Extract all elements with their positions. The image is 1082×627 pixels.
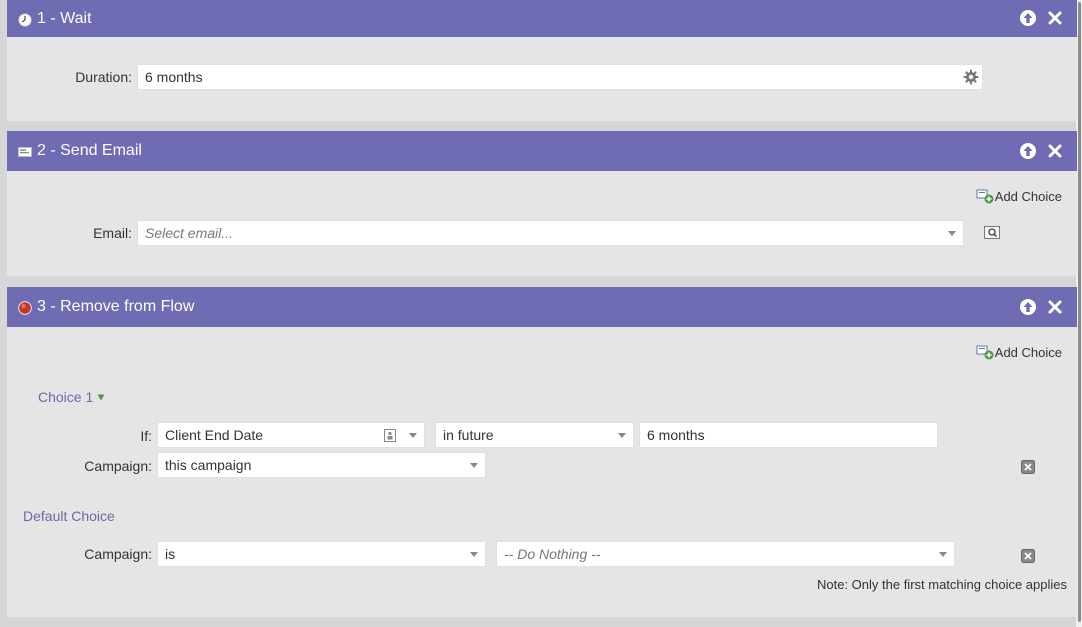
attribute-picker-icon[interactable] <box>384 429 396 442</box>
step-send-email: 2 - Send Email Add Choice Email: Select … <box>7 131 1077 276</box>
campaign-select[interactable]: this campaign <box>157 452 486 478</box>
step-header-remove-from-flow: 3 - Remove from Flow <box>7 287 1077 327</box>
if-operator-select[interactable]: in future <box>435 422 634 448</box>
delete-default-choice-icon[interactable] <box>1021 549 1035 563</box>
if-value-input[interactable]: 6 months <box>639 422 938 448</box>
duration-input[interactable]: 6 months <box>137 64 983 90</box>
step-title: 1 - Wait <box>37 9 92 27</box>
close-icon <box>1048 144 1061 157</box>
add-choice-icon <box>976 189 994 204</box>
delete-choice-icon[interactable] <box>1021 460 1035 474</box>
arrow-up-icon <box>1019 142 1036 159</box>
if-attribute-value: Client End Date <box>165 427 264 443</box>
close-icon <box>1048 11 1061 24</box>
email-select[interactable]: Select email... <box>137 220 964 246</box>
gear-icon[interactable] <box>963 69 979 85</box>
add-choice-button[interactable]: Add Choice <box>976 344 1062 360</box>
step-header-wait: 1 - Wait <box>7 0 1077 37</box>
if-value-text: 6 months <box>647 427 705 443</box>
if-attribute-select[interactable]: Client End Date <box>157 422 425 448</box>
close-step-button[interactable] <box>1046 298 1063 315</box>
close-step-button[interactable] <box>1046 9 1063 26</box>
add-choice-button[interactable]: Add Choice <box>976 188 1062 204</box>
choice-1-toggle[interactable]: Choice 1 <box>38 389 105 405</box>
arrow-up-icon <box>1019 298 1036 315</box>
chevron-down-icon <box>470 552 478 557</box>
chevron-down-icon <box>470 463 478 468</box>
step-wait: 1 - Wait Duration: 6 months <box>7 0 1077 121</box>
email-label: Email: <box>93 225 132 241</box>
arrow-up-icon <box>1019 9 1036 26</box>
chevron-down-icon <box>948 231 956 236</box>
close-icon <box>1048 300 1061 313</box>
campaign-value: this campaign <box>165 457 252 473</box>
default-choice-label: Default Choice <box>23 508 115 524</box>
chevron-down-icon <box>939 552 947 557</box>
move-up-button[interactable] <box>1019 142 1036 159</box>
campaign-label: Campaign: <box>84 458 152 474</box>
step-title: 2 - Send Email <box>37 142 142 159</box>
if-label: If: <box>140 428 152 444</box>
move-up-button[interactable] <box>1019 9 1036 26</box>
email-placeholder: Select email... <box>145 225 233 241</box>
default-campaign-operator-value: is <box>165 546 176 562</box>
matching-choice-note: Note: Only the first matching choice app… <box>816 577 1067 592</box>
email-icon <box>18 145 32 159</box>
choice-1-label: Choice 1 <box>38 389 94 405</box>
add-choice-label: Add Choice <box>994 344 1062 360</box>
duration-label: Duration: <box>75 69 132 85</box>
default-campaign-action-select[interactable]: -- Do Nothing -- <box>496 541 955 567</box>
if-operator-value: in future <box>443 427 494 443</box>
triangle-down-icon <box>97 394 105 400</box>
default-campaign-operator-select[interactable]: is <box>157 541 486 567</box>
chevron-down-icon <box>409 433 417 438</box>
step-title: 3 - Remove from Flow <box>37 298 195 315</box>
scrollbar-thumb[interactable] <box>1078 2 1081 622</box>
default-campaign-action-value: -- Do Nothing -- <box>504 546 601 562</box>
chevron-down-icon <box>618 433 626 438</box>
add-choice-icon <box>976 345 994 360</box>
move-up-button[interactable] <box>1019 298 1036 315</box>
step-remove-from-flow: 3 - Remove from Flow Add Choice Choice 1… <box>7 287 1077 617</box>
close-step-button[interactable] <box>1046 142 1063 159</box>
duration-value: 6 months <box>145 69 203 85</box>
default-campaign-label: Campaign: <box>84 546 152 562</box>
add-choice-label: Add Choice <box>994 188 1062 204</box>
step-header-send-email: 2 - Send Email <box>7 131 1077 171</box>
clock-icon <box>18 13 32 27</box>
stop-icon <box>18 301 32 315</box>
preview-email-icon[interactable] <box>984 226 1000 240</box>
